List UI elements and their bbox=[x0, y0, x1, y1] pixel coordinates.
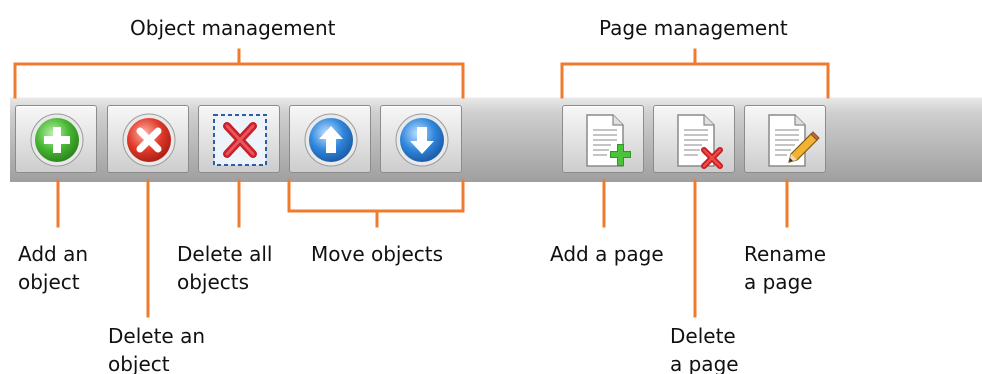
add-object-label: Add an object bbox=[18, 242, 89, 294]
object-management-header: Object management bbox=[130, 16, 336, 40]
move-objects-bracket bbox=[287, 179, 465, 213]
move-objects-label: Move objects bbox=[311, 242, 444, 266]
delete-all-objects-label: Delete all objects bbox=[177, 242, 273, 294]
delete-page-label: Delete a page bbox=[670, 324, 739, 374]
annotated-toolbar-figure: Object management Page management Add an… bbox=[0, 0, 982, 374]
add-page-label: Add a page bbox=[550, 242, 664, 266]
object-management-bracket bbox=[13, 62, 465, 99]
delete-object-label: Delete an object bbox=[108, 324, 206, 374]
page-management-header: Page management bbox=[599, 16, 788, 40]
rename-page-label: Rename a page bbox=[744, 242, 827, 294]
callout-lines bbox=[13, 48, 830, 318]
page-management-bracket bbox=[560, 62, 830, 99]
